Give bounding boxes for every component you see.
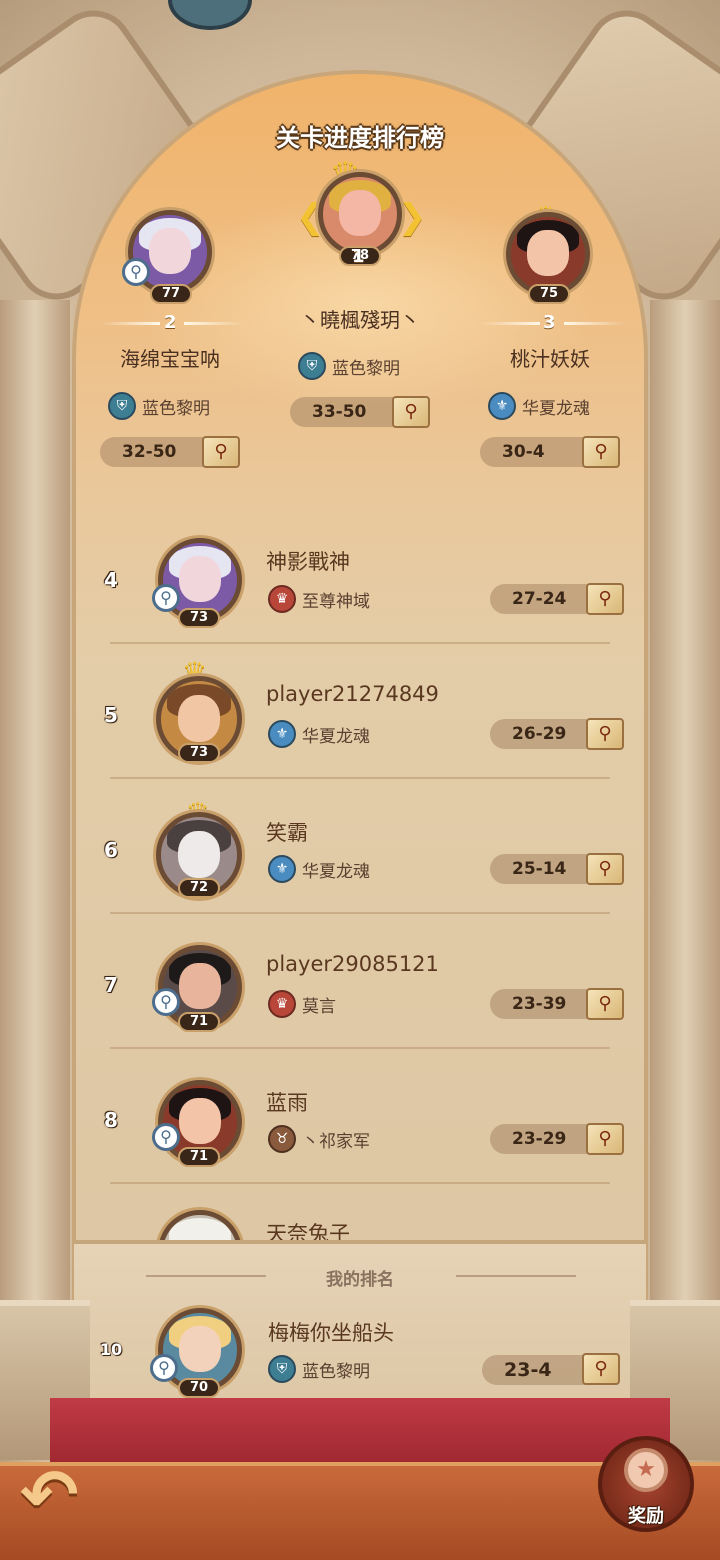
- inspect-icon[interactable]: ⚲: [150, 1354, 178, 1382]
- guild-name: 华夏龙魂: [302, 726, 370, 747]
- fleur-blue-icon: ⚜: [488, 392, 516, 420]
- map-icon[interactable]: ⚲: [582, 1353, 620, 1385]
- row-divider: [110, 642, 610, 644]
- my-rank-divider: [456, 1275, 576, 1277]
- crown-red-icon: ♛: [268, 585, 296, 613]
- medal-icon: ★: [624, 1448, 668, 1492]
- rank-number: 8: [104, 1108, 118, 1132]
- guild-tag: ♉ 丶祁家军: [268, 1125, 370, 1153]
- rank-divider: [100, 322, 160, 325]
- podium-rank: 1: [352, 246, 365, 267]
- guild-tag: ⛨ 蓝色黎明: [268, 1355, 370, 1383]
- bull-brown-icon: ♉: [268, 1125, 296, 1153]
- podium-name: 丶曉楓殘玥丶: [300, 308, 420, 332]
- red-carpet: [50, 1398, 670, 1468]
- map-icon[interactable]: ⚲: [202, 436, 240, 468]
- shield-teal-icon: ⛨: [298, 352, 326, 380]
- podium-name: 桃汁妖妖: [510, 347, 590, 371]
- page-title: 关卡进度排行榜: [276, 124, 444, 152]
- guild-name: 丶祁家军: [302, 1131, 370, 1152]
- level-badge: 71: [178, 1147, 220, 1167]
- player-name: player29085121: [266, 952, 439, 976]
- level-badge: 71: [178, 1012, 220, 1032]
- guild-name: 华夏龙魂: [522, 398, 590, 419]
- fleur-blue-icon: ⚜: [268, 720, 296, 748]
- inspect-icon[interactable]: ⚲: [152, 988, 180, 1016]
- shield-teal-icon: ⛨: [108, 392, 136, 420]
- inspect-icon[interactable]: ⚲: [122, 258, 150, 286]
- my-rank-title: 我的排名: [326, 1270, 394, 1290]
- map-icon[interactable]: ⚲: [586, 853, 624, 885]
- player-name: 蓝雨: [266, 1091, 308, 1115]
- rank-number: 5: [104, 703, 118, 727]
- guild-name: 蓝色黎明: [142, 398, 210, 419]
- guild-tag: ⛨ 蓝色黎明: [298, 352, 400, 380]
- inspect-icon[interactable]: ⚲: [152, 1123, 180, 1151]
- level-badge: 73: [178, 608, 220, 628]
- map-icon[interactable]: ⚲: [586, 1123, 624, 1155]
- guild-tag: ⛨ 蓝色黎明: [108, 392, 210, 420]
- player-name: 笑霸: [266, 821, 308, 845]
- map-icon[interactable]: ⚲: [586, 988, 624, 1020]
- row-divider: [110, 1182, 610, 1184]
- map-icon[interactable]: ⚲: [586, 718, 624, 750]
- player-name: player21274849: [266, 682, 439, 706]
- guild-name: 至尊神域: [302, 591, 370, 612]
- rank-divider: [480, 322, 540, 325]
- player-name: 梅梅你坐船头: [268, 1321, 394, 1345]
- avatar-rank-1[interactable]: [318, 172, 402, 256]
- guild-name: 蓝色黎明: [332, 358, 400, 379]
- rank-number: 4: [104, 568, 118, 592]
- inspect-icon[interactable]: ⚲: [152, 584, 180, 612]
- fleur-blue-icon: ⚜: [268, 855, 296, 883]
- map-icon[interactable]: ⚲: [582, 436, 620, 468]
- level-badge: 70: [178, 1378, 220, 1398]
- rank-number: 6: [104, 838, 118, 862]
- row-divider: [110, 912, 610, 914]
- map-icon[interactable]: ⚲: [586, 583, 624, 615]
- row-divider: [110, 777, 610, 779]
- rank-number: 7: [104, 973, 118, 997]
- reward-label: 奖励: [628, 1506, 664, 1527]
- row-divider: [110, 1047, 610, 1049]
- guild-name: 莫言: [302, 996, 336, 1017]
- level-badge: 77: [150, 284, 192, 304]
- guild-tag: ⚜ 华夏龙魂: [268, 855, 370, 883]
- shield-teal-icon: ⛨: [268, 1355, 296, 1383]
- guild-name: 华夏龙魂: [302, 861, 370, 882]
- rank-divider: [184, 322, 244, 325]
- podium-rank: 2: [164, 312, 177, 333]
- wing-right-icon: ❯: [398, 197, 427, 237]
- level-badge: 72: [178, 878, 220, 898]
- back-arrow-icon[interactable]: ↶: [20, 1460, 110, 1530]
- level-badge: 73: [178, 743, 220, 763]
- guild-tag: ♛ 至尊神域: [268, 585, 370, 613]
- guild-tag: ⚜ 华夏龙魂: [268, 720, 370, 748]
- podium-rank: 3: [543, 312, 556, 333]
- level-badge: 75: [528, 284, 570, 304]
- rank-divider: [564, 322, 624, 325]
- map-icon[interactable]: ⚲: [392, 396, 430, 428]
- player-name: 神影戰神: [266, 550, 350, 574]
- podium-name: 海绵宝宝呐: [120, 347, 220, 371]
- guild-name: 蓝色黎明: [302, 1361, 370, 1382]
- crown-red-icon: ♛: [268, 990, 296, 1018]
- rank-number: 10: [99, 1340, 123, 1359]
- guild-tag: ⚜ 华夏龙魂: [488, 392, 590, 420]
- guild-tag: ♛ 莫言: [268, 990, 336, 1018]
